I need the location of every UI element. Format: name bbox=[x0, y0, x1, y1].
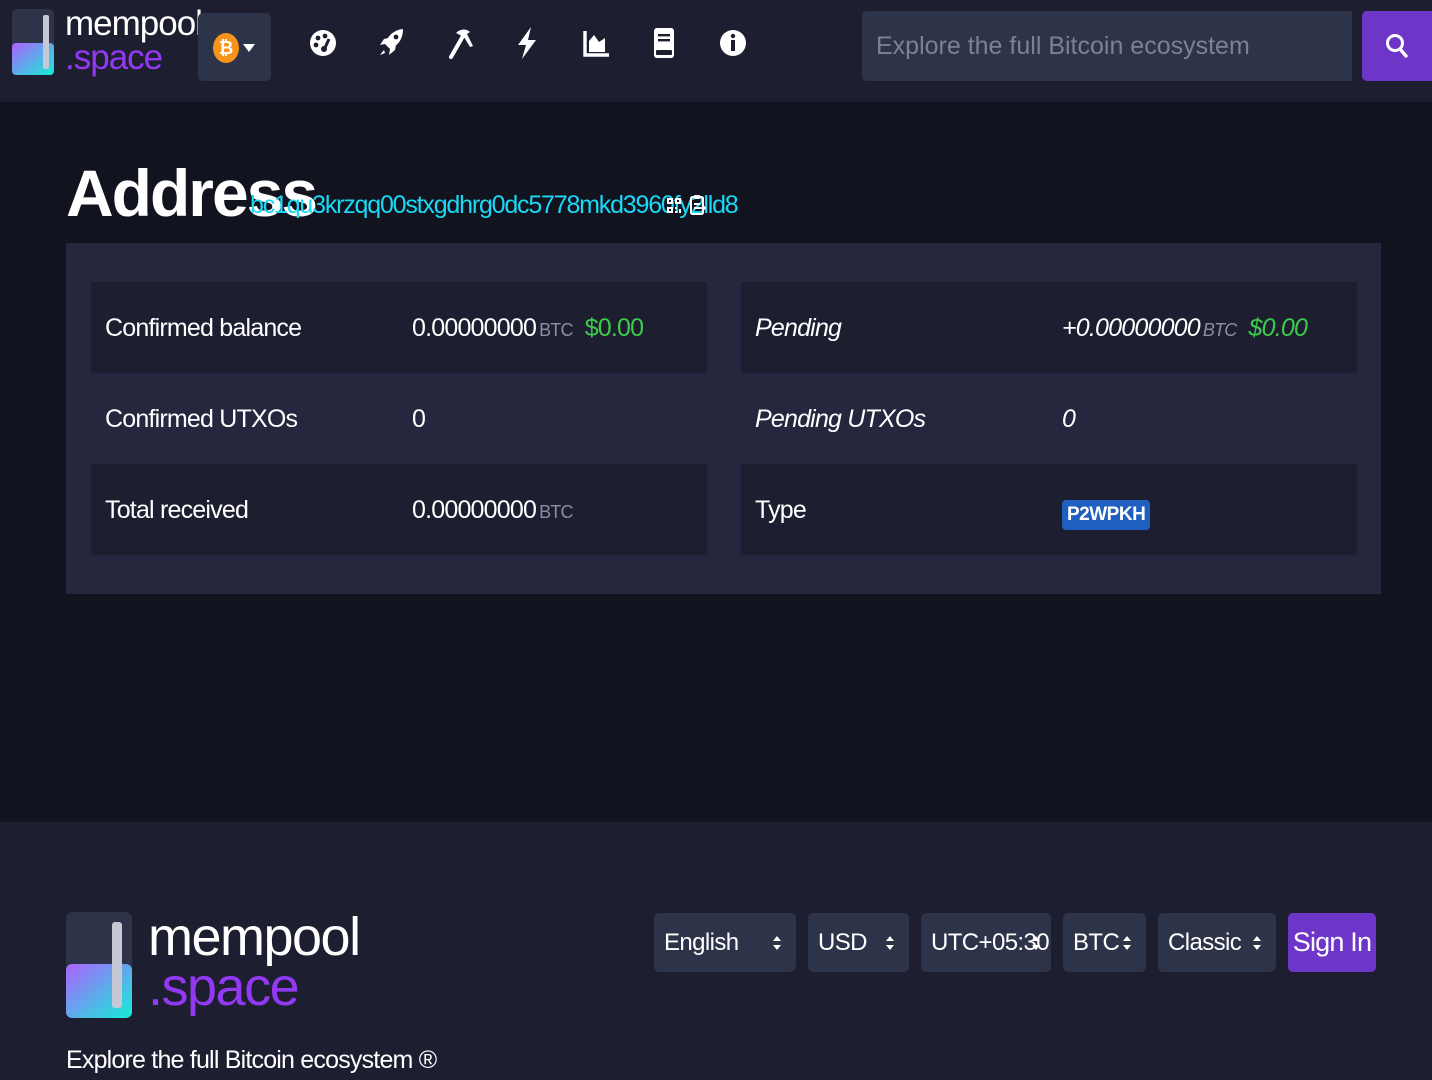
search-icon bbox=[1386, 34, 1408, 58]
docs-icon[interactable] bbox=[647, 24, 681, 62]
address-type-value: P2WPKH bbox=[1062, 498, 1151, 530]
search-input[interactable] bbox=[862, 11, 1352, 81]
currency-select[interactable]: USD bbox=[808, 913, 909, 972]
graphs-icon[interactable] bbox=[579, 24, 613, 62]
address-type-label: Type bbox=[755, 496, 807, 524]
select-arrows-icon bbox=[1032, 936, 1040, 950]
confirmed-balance-amount: 0.00000000 bbox=[412, 314, 537, 342]
clipboard-icon[interactable] bbox=[690, 194, 706, 216]
footer-logo-text-mempool: mempool bbox=[148, 907, 361, 967]
dashboard-icon[interactable] bbox=[306, 24, 340, 62]
footer: mempool .space Explore the full Bitcoin … bbox=[0, 822, 1432, 1080]
pending-row: Pending +0.00000000 BTC $0.00 bbox=[741, 282, 1357, 373]
confirmed-balance-value: 0.00000000 BTC $0.00 bbox=[412, 314, 644, 343]
pending-amount: +0.00000000 bbox=[1062, 314, 1201, 342]
select-arrows-icon bbox=[1253, 936, 1261, 950]
theme-select-value: Classic bbox=[1168, 929, 1242, 956]
about-icon[interactable] bbox=[716, 24, 750, 62]
mempool-logo[interactable]: mempool .space bbox=[12, 6, 203, 79]
chevron-down-icon bbox=[243, 44, 255, 52]
timezone-select[interactable]: UTC+05:30 bbox=[921, 913, 1051, 972]
confirmed-utxos-row: Confirmed UTXOs 0 bbox=[91, 373, 707, 464]
logo-text-space: .space bbox=[65, 38, 163, 77]
address-details-box: Confirmed balance 0.00000000 BTC $0.00 Con… bbox=[66, 243, 1381, 594]
pending-value: +0.00000000 BTC $0.00 bbox=[1062, 314, 1308, 343]
total-received-value: 0.00000000 BTC bbox=[412, 496, 573, 525]
currency-select-value: USD bbox=[818, 929, 867, 956]
qrcode-icon[interactable] bbox=[666, 196, 682, 216]
confirmed-utxos-value: 0 bbox=[412, 405, 426, 433]
language-select-value: English bbox=[664, 929, 739, 956]
mempool-logo-icon bbox=[66, 912, 132, 1018]
denomination-select-value: BTC bbox=[1073, 929, 1120, 956]
network-selector-button[interactable]: ₿ bbox=[198, 13, 271, 81]
select-arrows-icon bbox=[773, 936, 781, 950]
total-received-amount: 0.00000000 bbox=[412, 496, 537, 524]
pending-utxos-row: Pending UTXOs 0 bbox=[741, 373, 1357, 464]
footer-logo[interactable]: mempool .space bbox=[66, 910, 361, 1022]
theme-select[interactable]: Classic bbox=[1158, 913, 1276, 972]
mempool-logo-icon bbox=[12, 9, 54, 75]
pending-fiat: $0.00 bbox=[1248, 314, 1308, 342]
bitcoin-icon: ₿ bbox=[213, 33, 239, 63]
address-link[interactable]: bc1qu3krzqq00stxgdhrg0dc5778mkd3960fy2ll… bbox=[250, 190, 739, 220]
pending-utxos-value: 0 bbox=[1062, 405, 1076, 433]
logo-wordmark: mempool .space bbox=[65, 4, 203, 77]
total-received-label: Total received bbox=[105, 496, 249, 524]
footer-logo-text-space: .space bbox=[148, 957, 300, 1017]
select-arrows-icon bbox=[886, 936, 894, 950]
confirmed-balance-row: Confirmed balance 0.00000000 BTC $0.00 bbox=[91, 282, 707, 373]
footer-tagline: Explore the full Bitcoin ecosystem ® bbox=[66, 1046, 437, 1074]
btc-unit: BTC bbox=[1202, 320, 1237, 340]
btc-unit: BTC bbox=[539, 320, 573, 340]
footer-logo-wordmark: mempool .space bbox=[148, 907, 361, 1017]
confirmed-utxos-label: Confirmed UTXOs bbox=[105, 405, 298, 433]
total-received-row: Total received 0.00000000 BTC bbox=[91, 464, 707, 555]
address-type-row: Type P2WPKH bbox=[741, 464, 1357, 555]
language-select[interactable]: English bbox=[654, 913, 796, 972]
denomination-select[interactable]: BTC bbox=[1063, 913, 1146, 972]
confirmed-balance-fiat: $0.00 bbox=[584, 314, 644, 342]
sign-in-button[interactable]: Sign In bbox=[1288, 913, 1376, 972]
pending-label: Pending bbox=[755, 314, 842, 342]
logo-text-mempool: mempool bbox=[65, 4, 203, 43]
select-arrows-icon bbox=[1123, 936, 1131, 950]
rocket-icon[interactable] bbox=[375, 24, 409, 62]
confirmed-balance-label: Confirmed balance bbox=[105, 314, 302, 342]
address-type-badge: P2WPKH bbox=[1062, 500, 1151, 530]
top-navbar: mempool .space ₿ bbox=[0, 0, 1432, 102]
pending-utxos-label: Pending UTXOs bbox=[755, 405, 926, 433]
btc-unit: BTC bbox=[539, 502, 573, 522]
search-button[interactable] bbox=[1362, 11, 1432, 81]
mining-icon[interactable] bbox=[443, 24, 477, 62]
lightning-icon[interactable] bbox=[510, 24, 544, 62]
